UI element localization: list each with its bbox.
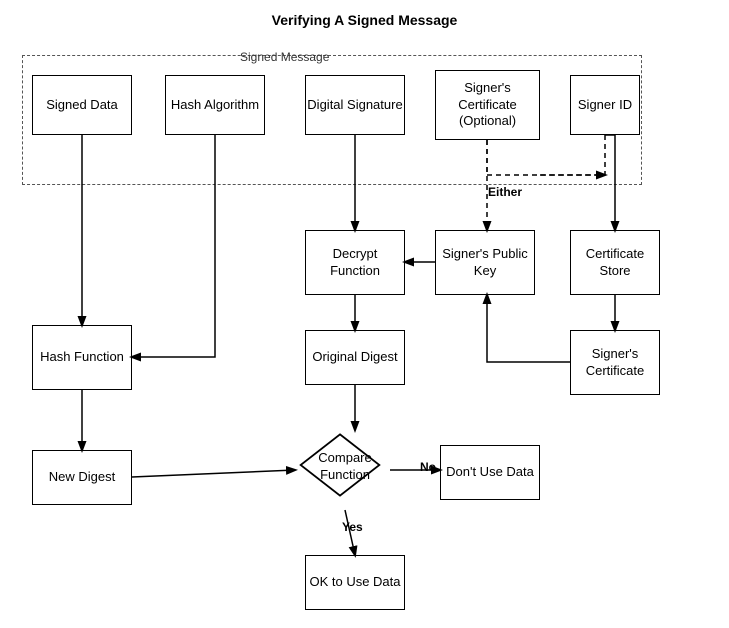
signer-id-box: Signer ID xyxy=(570,75,640,135)
signers-public-key-box: Signer's Public Key xyxy=(435,230,535,295)
signers-certificate-box: Signer's Certificate xyxy=(570,330,660,395)
certificate-store-box: Certificate Store xyxy=(570,230,660,295)
diagram: Verifying A Signed Message Signed Messag… xyxy=(0,0,729,628)
signed-message-label: Signed Message xyxy=(240,50,329,64)
either-label: Either xyxy=(488,185,522,199)
signers-certificate-optional-box: Signer's Certificate (Optional) xyxy=(435,70,540,140)
compare-function-diamond: Compare Function xyxy=(295,430,385,500)
no-label: No xyxy=(420,460,436,474)
dont-use-data-box: Don't Use Data xyxy=(440,445,540,500)
hash-function-box: Hash Function xyxy=(32,325,132,390)
yes-label: Yes xyxy=(342,520,363,534)
original-digest-box: Original Digest xyxy=(305,330,405,385)
digital-signature-box: Digital Signature xyxy=(305,75,405,135)
decrypt-function-box: Decrypt Function xyxy=(305,230,405,295)
new-digest-box: New Digest xyxy=(32,450,132,505)
hash-algorithm-box: Hash Algorithm xyxy=(165,75,265,135)
ok-to-use-data-box: OK to Use Data xyxy=(305,555,405,610)
page-title: Verifying A Signed Message xyxy=(0,12,729,28)
signed-data-box: Signed Data xyxy=(32,75,132,135)
